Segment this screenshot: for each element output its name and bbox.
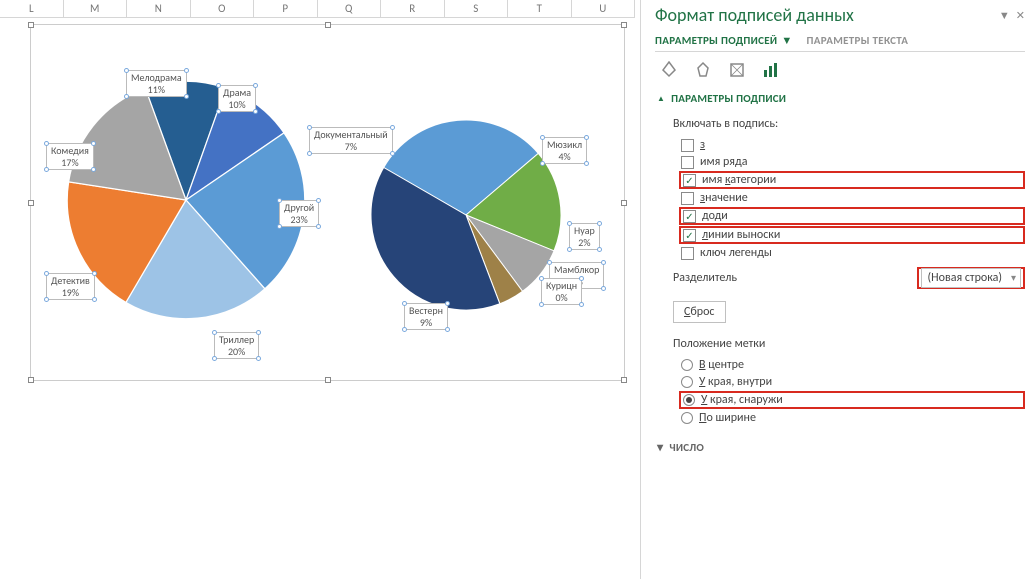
chart-handle[interactable] [621,22,627,28]
panel-close-icon[interactable]: ✕ [1016,9,1025,22]
col-M[interactable]: M [64,0,128,18]
pie-chart-secondary[interactable] [366,115,566,315]
col-P[interactable]: P [254,0,318,18]
column-headers: L M N O P Q R S T U [0,0,635,18]
option-cells[interactable]: з [679,137,1025,153]
effects-icon[interactable] [693,60,713,80]
col-N[interactable]: N [127,0,191,18]
chart-canvas[interactable]: Мелодрама11% Драма10% Другой23% Триллер2… [30,24,625,381]
data-label[interactable]: Мюзикл4% [542,137,587,164]
chart-handle[interactable] [28,377,34,383]
chart-options-icon[interactable] [761,60,781,80]
pie-chart-main[interactable] [61,75,311,325]
chart-handle[interactable] [621,377,627,383]
data-label[interactable]: Триллер20% [214,332,259,359]
tab-text-params[interactable]: ПАРАМЕТРЫ ТЕКСТА [807,34,909,47]
col-Q[interactable]: Q [318,0,382,18]
chevron-down-icon: ▼ [781,34,792,47]
position-best-fit[interactable]: По ширине [679,410,1025,426]
chart-handle[interactable] [325,377,331,383]
include-label: Включать в подпись: [673,117,1025,131]
fill-icon[interactable] [659,60,679,80]
tab-label-params[interactable]: ПАРАМЕТРЫ ПОДПИСЕЙ ▼ [655,34,793,47]
panel-title: Формат подписей данных [655,4,854,26]
option-value[interactable]: значение [679,190,1025,206]
data-label[interactable]: Другой23% [279,200,319,227]
position-outside-end[interactable]: У края, снаружи [679,391,1025,409]
panel-dropdown-icon[interactable]: ▼ [999,9,1010,22]
col-U[interactable]: U [572,0,636,18]
col-T[interactable]: T [508,0,572,18]
panel-title-row: Формат подписей данных ▼ ✕ [655,4,1025,26]
chart-handle[interactable] [621,200,627,206]
format-panel: Формат подписей данных ▼ ✕ ПАРАМЕТРЫ ПОД… [640,0,1035,579]
position-center[interactable]: В центре [679,357,1025,373]
option-category-name[interactable]: имя категории [679,171,1025,189]
col-R[interactable]: R [381,0,445,18]
col-O[interactable]: O [191,0,255,18]
size-icon[interactable] [727,60,747,80]
position-label: Положение метки [673,337,1025,351]
col-S[interactable]: S [445,0,509,18]
data-label[interactable]: Документальный7% [309,127,393,154]
chart-handle[interactable] [28,200,34,206]
section-label-options[interactable]: ▲ПАРАМЕТРЫ ПОДПИСИ [657,92,1025,105]
data-label[interactable]: Нуар2% [569,223,600,250]
separator-label: Разделитель [673,271,737,285]
data-label[interactable]: Комедия17% [46,143,94,170]
option-dodi[interactable]: доди [679,207,1025,225]
chart-handle[interactable] [28,22,34,28]
data-label[interactable]: Курицн0% [541,278,582,305]
option-series-name[interactable]: имя ряда [679,154,1025,170]
data-label[interactable]: Мелодрама11% [126,70,187,97]
data-label[interactable]: Вестерн9% [404,303,448,330]
separator-select[interactable]: (Новая строка) [921,268,1021,288]
data-label[interactable]: Детектив19% [46,273,95,300]
option-leader-lines[interactable]: линии выноски [679,226,1025,244]
col-L[interactable]: L [0,0,64,18]
chart-handle[interactable] [325,22,331,28]
position-inside-end[interactable]: У края, внутри [679,374,1025,390]
section-number[interactable]: ▶ЧИСЛО [657,441,1025,454]
data-label[interactable]: Драма10% [218,85,256,112]
reset-button[interactable]: Сброс [673,301,726,323]
option-legend-key[interactable]: ключ легенды [679,245,1025,261]
